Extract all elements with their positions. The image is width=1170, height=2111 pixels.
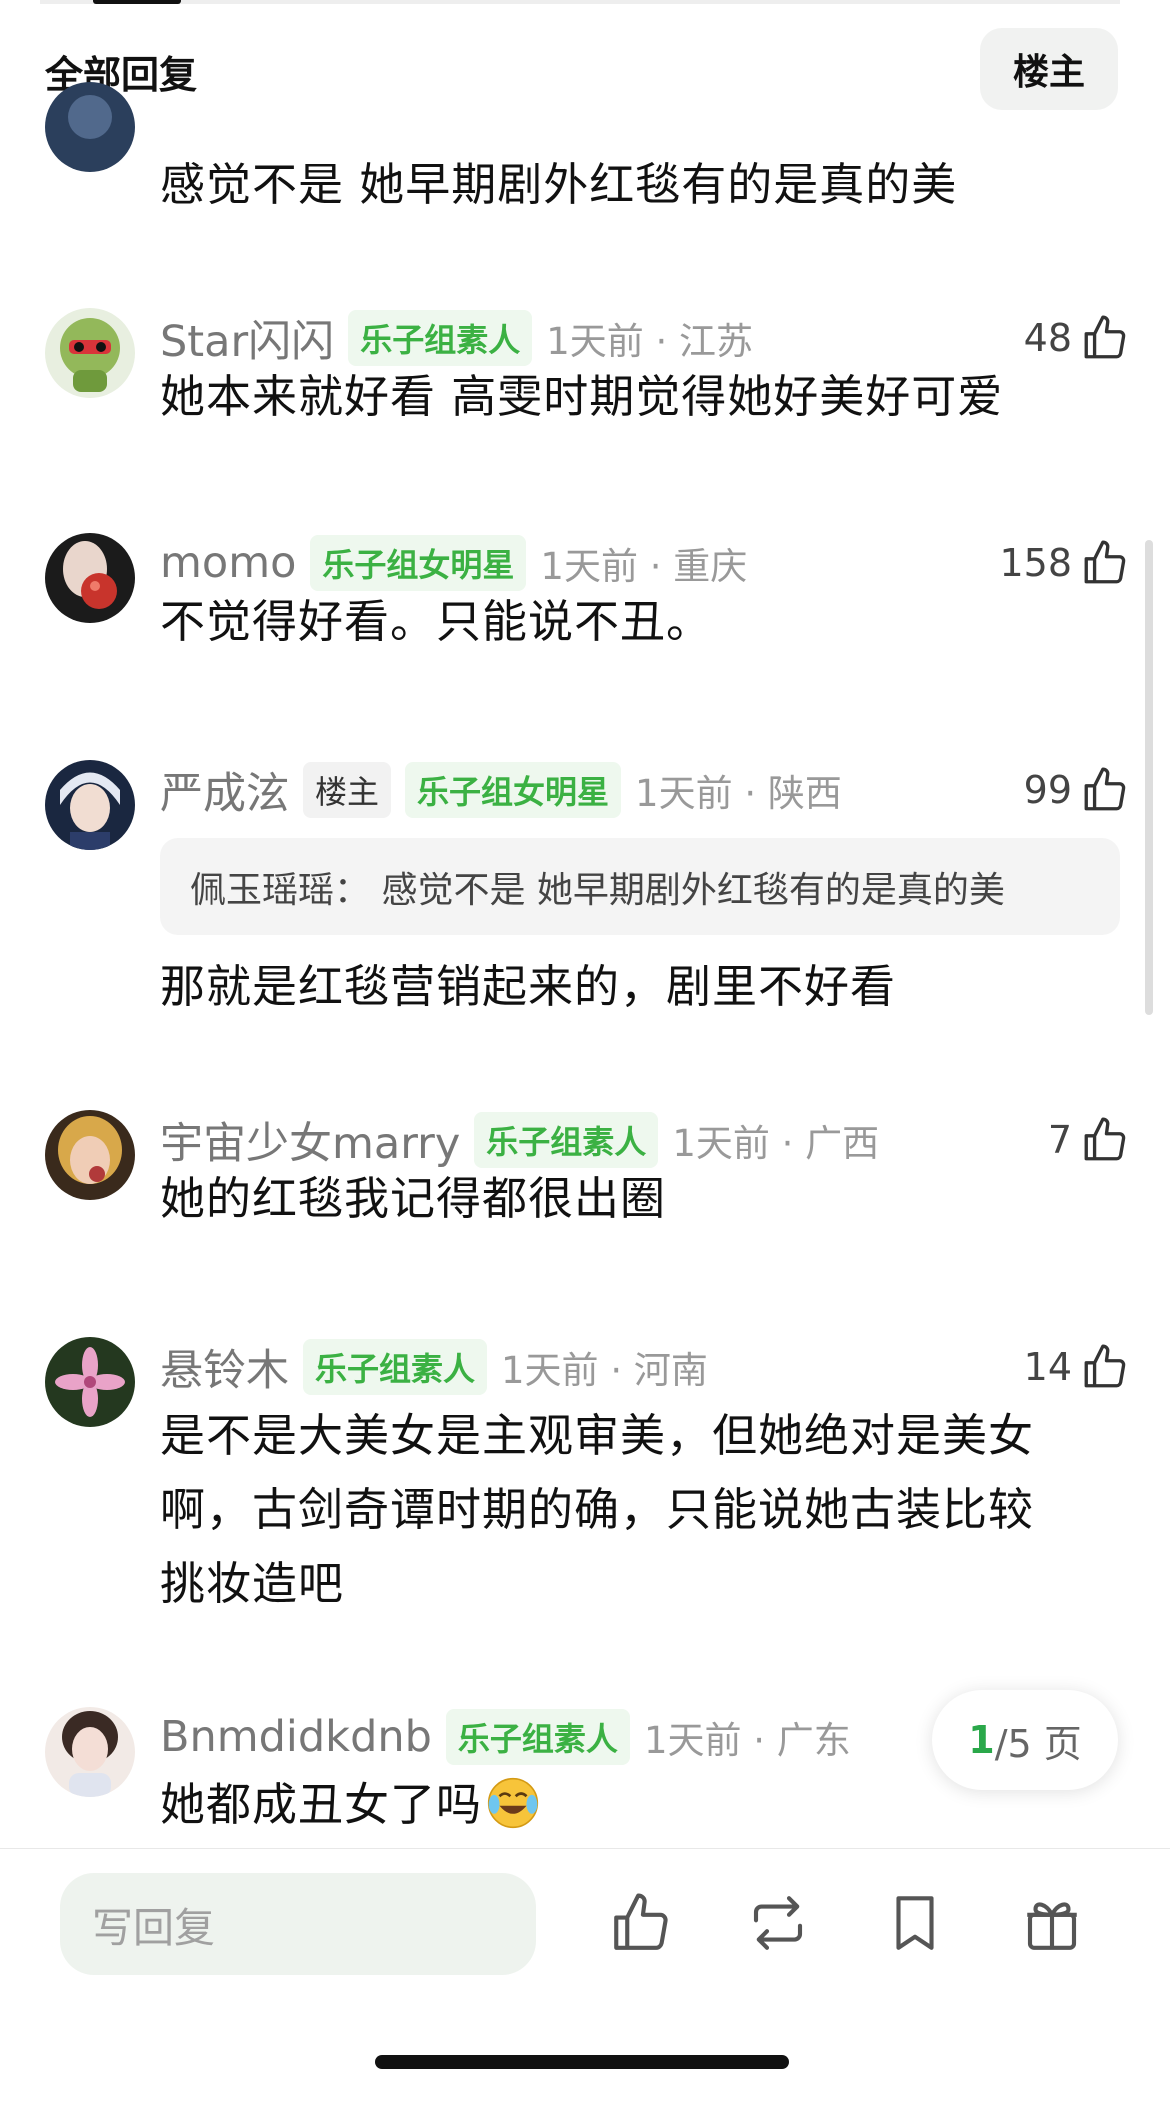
group-badge: 乐子组素人 — [474, 1112, 659, 1168]
comment-text: 她的红毯我记得都很出圈 — [160, 1172, 667, 1225]
comment-text: 她本来就好看 高雯时期觉得她好美好可爱 — [160, 370, 1004, 423]
username[interactable]: 严成泫 — [160, 759, 289, 821]
username[interactable]: 悬铃木 — [160, 1336, 289, 1398]
comment-meta: momo 乐子组女明星 1天前 · 重庆 — [160, 535, 748, 591]
comment-meta: Star闪闪 乐子组素人 1天前 · 江苏 — [160, 310, 754, 367]
top-divider — [40, 0, 1120, 4]
laughing-crying-emoji-icon — [487, 1777, 539, 1829]
timestamp: 1天前 · 河南 — [501, 1349, 708, 1392]
timestamp: 1天前 · 重庆 — [540, 545, 748, 588]
group-badge: 乐子组素人 — [303, 1339, 488, 1395]
bookmark-icon — [882, 1890, 948, 1956]
thumbs-up-icon — [1080, 765, 1130, 815]
scrollbar[interactable] — [1145, 540, 1153, 1015]
active-tab-indicator — [93, 0, 181, 4]
username[interactable]: Bnmdidkdnb — [160, 1712, 432, 1762]
comment-text-body: 她都成丑女了吗 — [160, 1778, 483, 1831]
group-badge: 乐子组素人 — [348, 310, 533, 366]
comment-text: 不觉得好看。只能说不丑。 — [160, 595, 713, 648]
timestamp: 1天前 · 广西 — [672, 1122, 880, 1165]
gift-button[interactable] — [1017, 1888, 1087, 1958]
comment-text: 是不是大美女是主观审美，但她绝对是美女 啊，古剑奇谭时期的确，只能说她古装比较 … — [160, 1399, 1034, 1621]
current-page: 1 — [968, 1718, 995, 1762]
avatar[interactable] — [45, 1337, 135, 1427]
avatar[interactable] — [45, 1707, 135, 1797]
op-only-filter-button[interactable]: 楼主 — [980, 28, 1118, 110]
like-button[interactable]: 7 — [1048, 1114, 1130, 1166]
quoted-reply[interactable]: 佩玉瑶瑶： 感觉不是 她早期剧外红毯有的是真的美 — [160, 838, 1120, 935]
page-indicator[interactable]: 1/5 页 — [932, 1690, 1118, 1790]
comment-text-line: 挑妆造吧 — [160, 1557, 345, 1610]
thumbs-up-icon — [1080, 1115, 1130, 1165]
thumbs-up-icon — [1080, 1342, 1130, 1392]
like-button[interactable]: 99 — [1024, 764, 1130, 816]
username[interactable]: momo — [160, 538, 296, 588]
avatar[interactable] — [45, 308, 135, 398]
comment-text: 那就是红毯营销起来的，剧里不好看 — [160, 960, 897, 1013]
like-count: 48 — [1023, 316, 1072, 360]
comment-meta: Bnmdidkdnb 乐子组素人 1天前 · 广东 — [160, 1709, 851, 1765]
comment-text-line: 啊，古剑奇谭时期的确，只能说她古装比较 — [160, 1483, 1035, 1536]
comment-meta: 悬铃木 乐子组素人 1天前 · 河南 — [160, 1339, 708, 1396]
gift-icon — [1019, 1890, 1085, 1956]
bookmark-button[interactable] — [880, 1888, 950, 1958]
total-pages: /5 页 — [994, 1721, 1082, 1766]
like-button[interactable]: 14 — [1024, 1341, 1130, 1393]
comment-text-line: 是不是大美女是主观审美，但她绝对是美女 — [160, 1409, 1035, 1462]
home-indicator[interactable] — [375, 2055, 789, 2069]
timestamp: 1天前 · 广东 — [643, 1719, 851, 1762]
like-count: 158 — [999, 541, 1072, 585]
repost-button[interactable] — [743, 1888, 813, 1958]
group-badge: 乐子组女明星 — [405, 762, 622, 818]
avatar[interactable] — [45, 760, 135, 850]
like-button[interactable] — [606, 1888, 676, 1958]
repost-icon — [745, 1890, 811, 1956]
timestamp: 1天前 · 江苏 — [546, 320, 754, 363]
group-badge: 乐子组女明星 — [310, 535, 527, 591]
comment-meta: 严成泫 楼主 乐子组女明星 1天前 · 陕西 — [160, 762, 842, 819]
comment-text: 她都成丑女了吗 — [160, 1768, 540, 1842]
like-count: 7 — [1047, 1118, 1072, 1162]
op-badge: 楼主 — [303, 762, 392, 818]
comment-text: 感觉不是 她早期剧外红毯有的是真的美 — [160, 158, 958, 211]
thumbs-up-icon — [1080, 313, 1130, 363]
like-count: 99 — [1023, 768, 1072, 812]
thumbs-up-icon — [1080, 538, 1130, 588]
like-button[interactable]: 48 — [1024, 312, 1130, 364]
like-icon — [608, 1890, 674, 1956]
comment-meta: 宇宙少女marry 乐子组素人 1天前 · 广西 — [160, 1112, 880, 1169]
like-button[interactable]: 158 — [999, 537, 1130, 589]
avatar[interactable] — [45, 533, 135, 623]
like-count: 14 — [1023, 1345, 1072, 1389]
reply-input[interactable]: 写回复 — [60, 1873, 536, 1975]
timestamp: 1天前 · 陕西 — [635, 772, 842, 815]
avatar[interactable] — [45, 82, 135, 172]
group-badge: 乐子组素人 — [445, 1709, 630, 1765]
avatar[interactable] — [45, 1110, 135, 1200]
